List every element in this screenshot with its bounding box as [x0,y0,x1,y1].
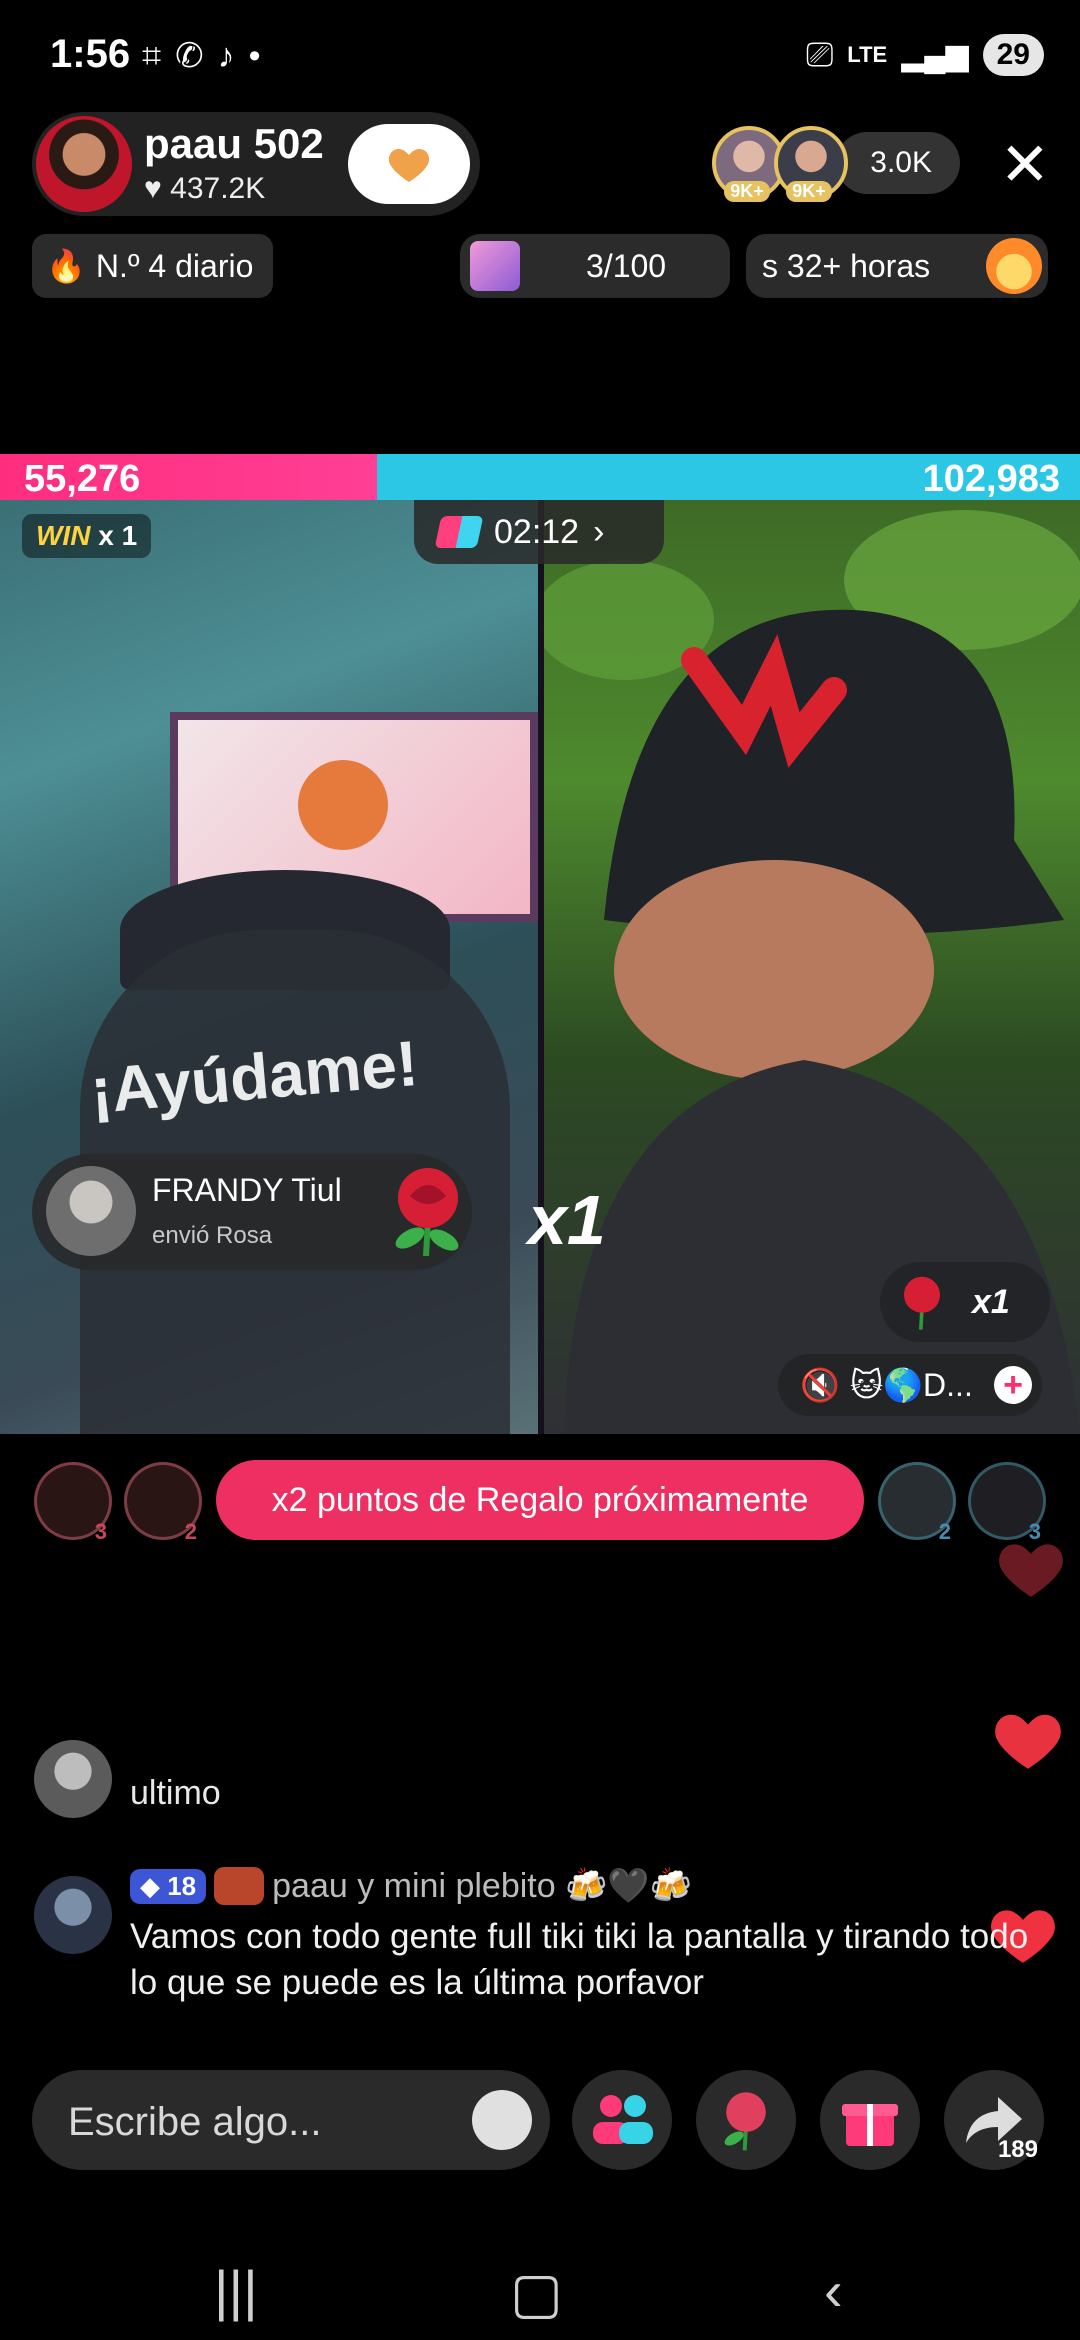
gift-sender: FRANDY Tiul [152,1172,342,1208]
system-nav-bar: ||| ▢ ‹ [0,2230,1080,2340]
status-time: 1:56 [50,32,131,76]
win-label: WIN [36,520,91,551]
supporter-avatar[interactable]: 2 [124,1462,202,1544]
follow-opponent-button[interactable]: + [994,1366,1032,1404]
lte-indicator: LTE [847,42,888,67]
chevron-right-icon: › [593,512,605,551]
win-count: x 1 [98,520,138,551]
notification-icons: ⌗ ✆ ♪ • [142,36,261,76]
supporter-rank: 2 [184,1519,197,1544]
tv-character [298,760,388,850]
top-viewers[interactable]: 9K+ 9K+ 3.0K [712,126,960,202]
opponent-gift-multiplier: x1 [972,1282,1010,1321]
people-icon [593,2095,653,2144]
home-icon[interactable]: ▢ [510,2260,563,2326]
chat-avatar[interactable] [34,1740,112,1818]
comment-placeholder: Escribe algo... [68,2100,322,2144]
rose-icon [724,2092,766,2151]
supporter-rank: 2 [938,1519,951,1544]
viewer-count[interactable]: 3.0K [836,132,960,194]
follow-button[interactable]: 1 [348,124,470,204]
streak-hours[interactable]: s 32+ horas [746,234,1048,298]
supporter-rank: 3 [94,1519,107,1544]
cast-icon: ⎚ [806,35,834,74]
gift-button[interactable] [820,2070,920,2170]
heart-icon: ♥ [144,172,162,205]
follow-badge: 1 [427,167,439,189]
floating-heart-icon [999,1544,1063,1597]
gift-icon [842,2104,898,2146]
muted-icon: 🔇 [800,1367,840,1403]
tiktok-icon: ♪ [217,36,235,75]
left-video-pane[interactable]: WIN x 1 [0,500,538,1434]
whatsapp-icon: ✆ [175,37,204,75]
comment-input[interactable]: Escribe algo... [32,2070,550,2170]
win-streak-badge: WIN x 1 [22,514,152,558]
battery-indicator: 29 [982,34,1044,76]
emoji-icon[interactable] [472,2090,532,2150]
supporter-avatar[interactable]: 2 [878,1462,956,1544]
recent-apps-icon[interactable]: ||| [214,2258,258,2323]
chat-avatar[interactable] [34,1876,112,1954]
battle-score-bar: 55,276 102,983 [0,454,1080,500]
dot-icon: • [248,36,261,75]
signal-icon: ▂▄▆ [901,38,969,72]
gift-goal[interactable]: 3/100 [460,234,730,298]
supporter-avatar[interactable]: 3 [968,1462,1046,1544]
goal-gift-icon [470,241,520,291]
multi-guest-button[interactable] [572,2070,672,2170]
battle-timer-value: 02:12 [494,512,580,551]
chat-user-meta: ◆ 18 paau y mini plebito 🍻🖤🍻 [130,1866,692,1906]
goal-progress: 3/100 [586,247,667,284]
battle-right-score: 102,983 [922,458,1060,500]
chat-username[interactable]: paau y mini plebito 🍻🖤🍻 [272,1866,692,1906]
chat-message: Vamos con todo gente full tiki tiki la p… [130,1917,1029,2002]
share-count: 189 [997,2136,1038,2163]
screenshot-icon: ⌗ [142,36,162,75]
host-name: paau 502 [144,120,324,167]
close-icon[interactable]: ✕ [1000,130,1050,200]
streak-label: s 32+ horas [762,247,931,284]
promo-banner: x2 puntos de Regalo próximamente [216,1460,864,1540]
user-level-badge: ◆ 18 [130,1868,207,1904]
host-likes: ♥ 437.2K [144,172,265,206]
host-avatar[interactable] [36,116,132,212]
rose-gift-icon [395,1168,459,1257]
streak-fire-icon [986,238,1042,294]
supporter-avatar[interactable]: 3 [34,1462,112,1544]
viewer-badge: 9K+ [724,181,770,202]
host-likes-count: 437.2K [170,172,266,205]
top-viewer-avatar[interactable]: 9K+ [774,126,849,202]
rose-gift-button[interactable] [696,2070,796,2170]
viewer-badge: 9K+ [786,181,832,202]
opponent-name: 🐱🌎D... [849,1367,973,1403]
fan-badge-icon [214,1867,265,1905]
host-info[interactable]: paau 502 ♥ 437.2K 1 [32,112,480,216]
battle-timer[interactable]: 02:12 › [414,500,664,564]
sender-avatar [46,1166,136,1256]
gift-multiplier: x1 [528,1181,606,1259]
floating-heart-icon [995,1714,1061,1769]
rank-label: N.º 4 diario [95,247,254,284]
daily-rank[interactable]: 🔥 N.º 4 diario [32,234,274,298]
gift-action: envió Rosa [152,1222,273,1249]
share-button[interactable]: 189 [944,2070,1044,2170]
battle-icon [434,516,484,548]
opponent-gift: x1 [880,1262,1050,1342]
fire-icon: 🔥 [46,248,86,284]
battle-left-score: 55,276 [24,458,141,500]
opponent-tag[interactable]: 🔇 🐱🌎D... + [778,1354,1042,1416]
back-icon[interactable]: ‹ [824,2258,843,2323]
user-level: 18 [167,1870,197,1901]
status-bar: 1:56 ⌗ ✆ ♪ • ⎚ LTE ▂▄▆ 29 [0,0,1080,110]
status-right: ⎚ LTE ▂▄▆ 29 [806,34,1044,76]
fan-heart-icon: 1 [385,140,439,189]
rose-icon [904,1276,940,1330]
chat-message: ultimo [130,1774,221,1812]
